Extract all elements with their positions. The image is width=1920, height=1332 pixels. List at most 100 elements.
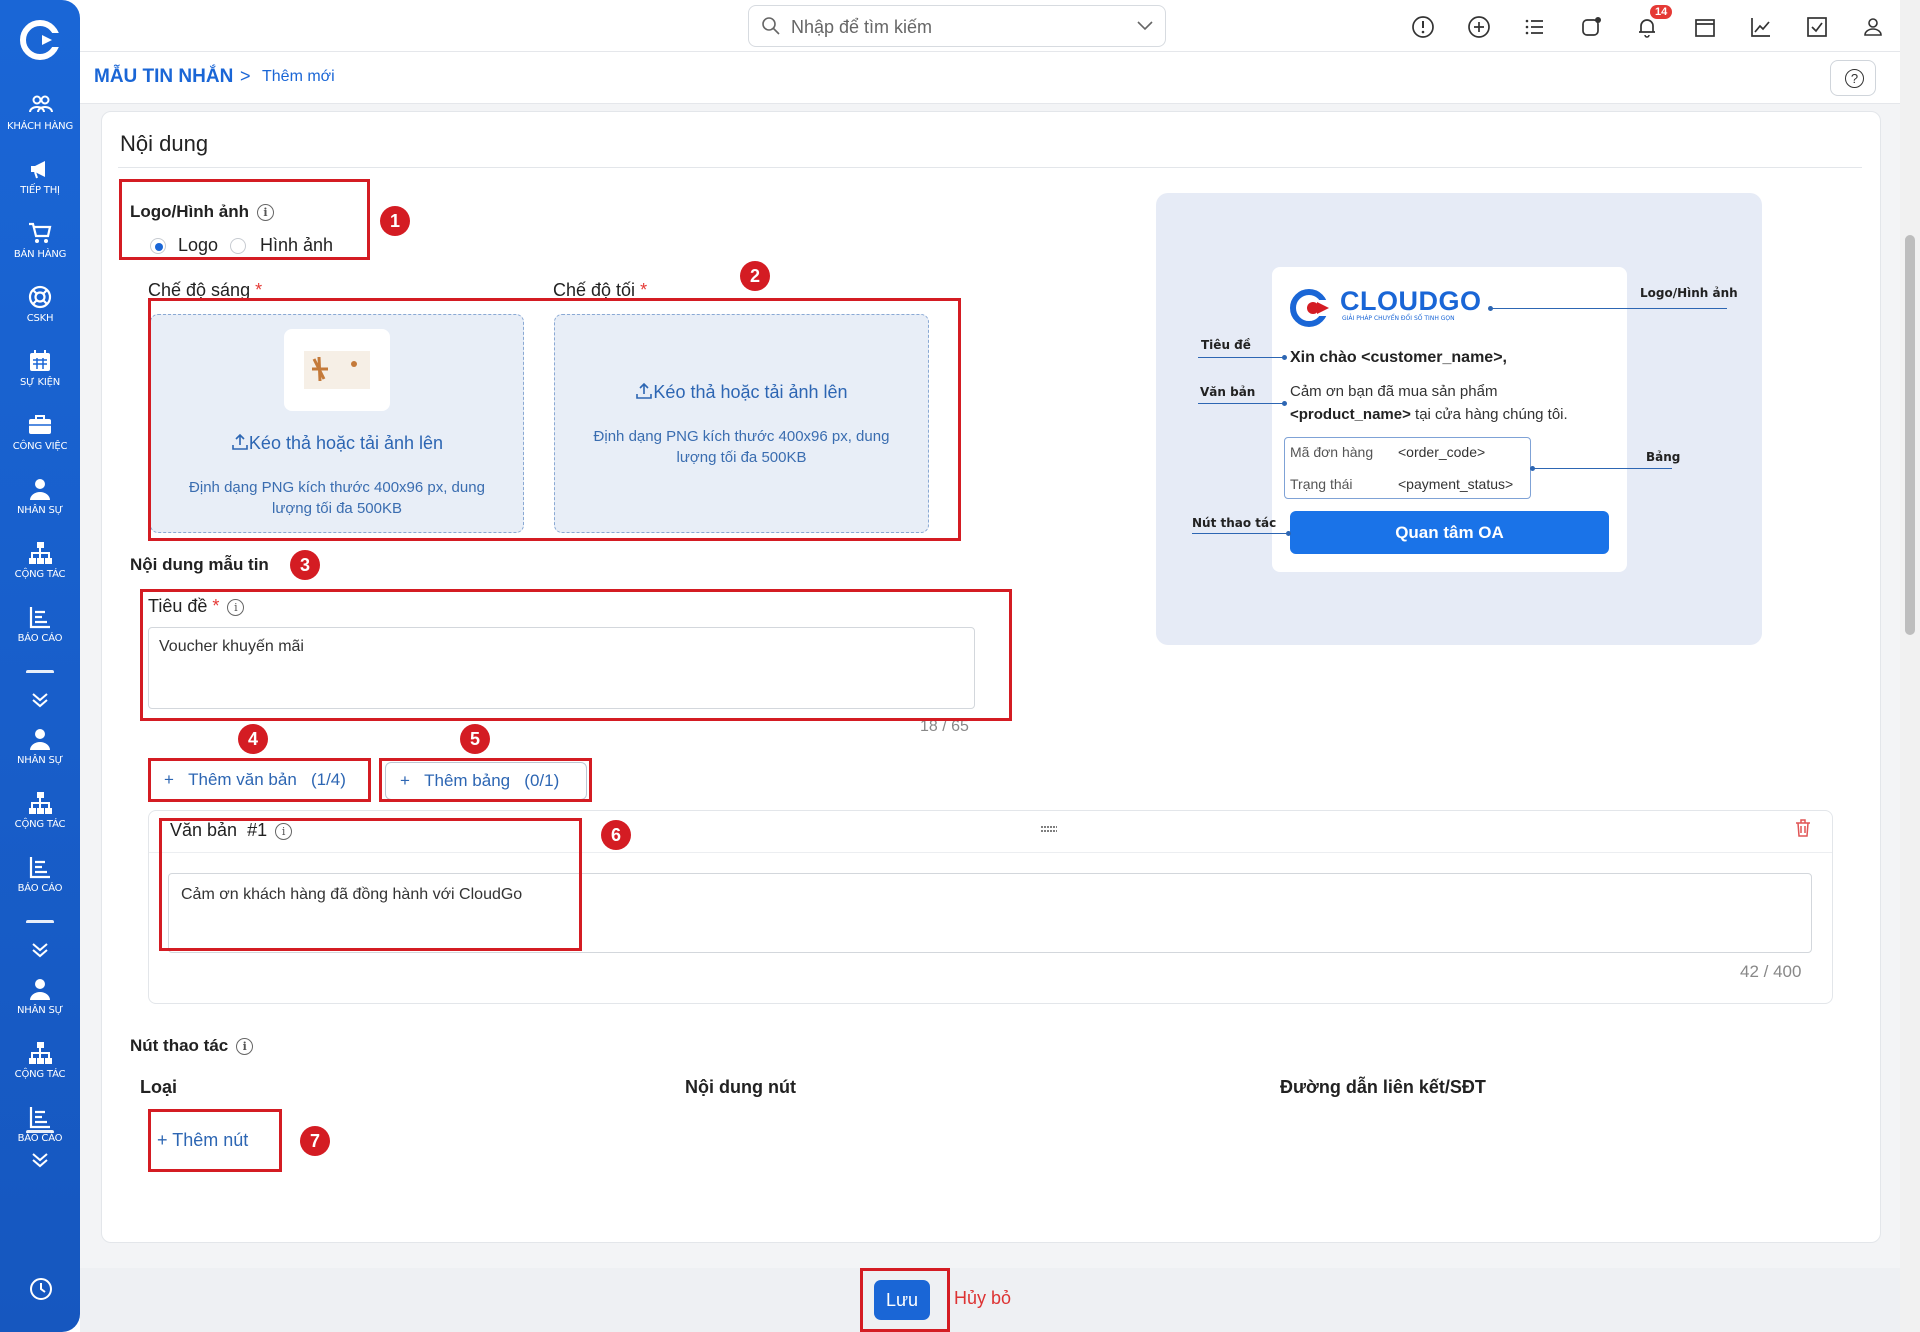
annotation-number: 1 <box>380 206 410 236</box>
add-circle-icon[interactable] <box>1466 14 1492 40</box>
drag-handle-icon[interactable] <box>1040 824 1058 834</box>
annotation-number: 3 <box>290 550 320 580</box>
chart-line-icon[interactable] <box>1748 14 1774 40</box>
sidebar-item-label: NHÂN SỰ <box>16 1005 64 1016</box>
annotation-box <box>148 758 371 802</box>
annotation-number: 4 <box>238 724 268 754</box>
annotation-box <box>119 179 370 260</box>
sidebar-item-label: CỘNG TÁC <box>14 569 66 580</box>
sidebar-item-label: CSKH <box>26 313 54 324</box>
divider <box>26 920 54 924</box>
callout-line <box>1198 403 1286 404</box>
sidebar-item-label: BÁO CÁO <box>17 883 63 894</box>
annotation-box <box>379 758 592 802</box>
sidebar-item[interactable]: SỰ KIỆN <box>0 348 80 388</box>
trash-icon[interactable] <box>1794 818 1812 838</box>
sidebar-item[interactable]: NHÂN SỰ <box>0 976 80 1016</box>
calendar-icon[interactable] <box>1692 14 1718 40</box>
sidebar-item-label: NHÂN SỰ <box>16 755 64 766</box>
sidebar-item[interactable]: BÁN HÀNG <box>0 220 80 260</box>
preview-table-key: Trạng thái <box>1290 476 1353 492</box>
report-icon <box>29 857 50 879</box>
sidebar-item[interactable]: BÁO CÁO <box>0 604 80 644</box>
divider <box>26 670 54 674</box>
sidebar-item[interactable]: CỘNG TÁC <box>0 1040 80 1080</box>
callout-table: Bảng <box>1646 450 1681 464</box>
callout-dot <box>1282 401 1287 406</box>
preview-body-line2: <product_name> tại cửa hàng chúng tôi. <box>1290 406 1568 423</box>
section-title: Nội dung <box>120 131 209 156</box>
callout-line <box>1192 533 1290 534</box>
preview-tagline: GIẢI PHÁP CHUYỂN ĐỔI SỐ TINH GỌN <box>1342 315 1455 322</box>
user-icon[interactable] <box>1860 14 1886 40</box>
task-check-icon[interactable] <box>1804 14 1830 40</box>
app-logo-icon[interactable] <box>18 18 62 62</box>
sidebar-item[interactable]: CSKH <box>0 284 80 324</box>
org-chart-icon <box>29 1042 52 1064</box>
annotation-number: 5 <box>460 724 490 754</box>
users-icon <box>29 95 53 113</box>
alert-icon[interactable] <box>1410 14 1436 40</box>
calendar-icon <box>30 350 50 371</box>
preview-brand: CLOUDGO <box>1340 286 1482 316</box>
top-bar: Nhập để tìm kiếm <box>80 0 1900 52</box>
sidebar-item[interactable]: BÁO CÁO <box>0 854 80 894</box>
callout-dot <box>1488 306 1493 311</box>
sidebar-item[interactable]: NHÂN SỰ <box>0 726 80 766</box>
person-icon <box>30 729 50 750</box>
action-buttons-label: Nút thao tác i <box>130 1036 254 1056</box>
sidebar-item[interactable]: CỘNG TÁC <box>0 540 80 580</box>
callout-line <box>1198 357 1286 358</box>
cancel-button[interactable]: Hủy bỏ <box>954 1288 1011 1309</box>
sidebar-item[interactable]: CÔNG VIỆC <box>0 412 80 452</box>
scrollbar-thumb[interactable] <box>1905 235 1915 635</box>
preview-action-button: Quan tâm OA <box>1290 511 1609 554</box>
org-chart-icon <box>29 542 52 564</box>
org-chart-icon <box>29 792 52 814</box>
briefcase-icon <box>29 415 51 434</box>
breadcrumb-separator: > <box>240 66 251 86</box>
help-button[interactable]: ? <box>1830 60 1876 96</box>
sidebar-item-label: NHÂN SỰ <box>16 505 64 516</box>
annotation-box <box>148 298 961 541</box>
text-block-counter: 42 / 400 <box>1740 962 1802 981</box>
callout-dot <box>1282 355 1287 360</box>
expand-more-icon[interactable] <box>28 1148 52 1172</box>
sidebar-item[interactable]: KHÁCH HÀNG <box>0 92 80 132</box>
sidebar-item-label: CÔNG VIỆC <box>12 441 68 452</box>
expand-more-icon[interactable] <box>28 938 52 962</box>
column-type: Loại <box>140 1077 178 1097</box>
history-icon[interactable] <box>28 1276 54 1302</box>
sidebar-item-label: SỰ KIỆN <box>19 377 60 388</box>
column-button-content: Nội dung nút <box>685 1077 796 1097</box>
annotation-box <box>860 1268 950 1332</box>
sidebar-item[interactable]: TIẾP THỊ <box>0 156 80 196</box>
preview-greeting: Xin chào <customer_name>, <box>1290 349 1507 366</box>
search-input[interactable]: Nhập để tìm kiếm <box>748 5 1166 47</box>
sidebar-item-label: CỘNG TÁC <box>14 819 66 830</box>
scrollbar-track[interactable] <box>1900 0 1920 1332</box>
preview-table-key: Mã đơn hàng <box>1290 444 1374 460</box>
search-icon <box>762 17 780 35</box>
sidebar-item[interactable]: BÁO CÁO <box>0 1104 80 1144</box>
breadcrumb-root[interactable]: MẪU TIN NHẮN <box>94 66 233 88</box>
sidebar-item-label: BÁO CÁO <box>17 633 63 644</box>
search-placeholder: Nhập để tìm kiếm <box>791 17 933 37</box>
expand-more-icon[interactable] <box>28 688 52 712</box>
preview-table-value: <order_code> <box>1398 444 1486 460</box>
breadcrumb-current: Thêm mới <box>262 68 335 85</box>
sidebar-item[interactable]: NHÂN SỰ <box>0 476 80 516</box>
sidebar-item[interactable]: CỘNG TÁC <box>0 790 80 830</box>
sidebar-item-label: BÁN HÀNG <box>13 249 67 260</box>
list-icon[interactable] <box>1522 14 1548 40</box>
info-icon[interactable]: i <box>236 1038 254 1056</box>
annotation-number: 2 <box>740 261 770 291</box>
sidebar-item-label: TIẾP THỊ <box>20 185 60 196</box>
callout-line <box>1532 468 1672 469</box>
cloudgo-logo-icon <box>1290 289 1335 327</box>
annotation-box <box>140 589 1012 721</box>
preview-table-value: <payment_status> <box>1398 476 1514 492</box>
refresh-icon[interactable] <box>1578 14 1604 40</box>
annotation-number: 7 <box>300 1126 330 1156</box>
chevron-down-icon <box>1137 21 1153 31</box>
